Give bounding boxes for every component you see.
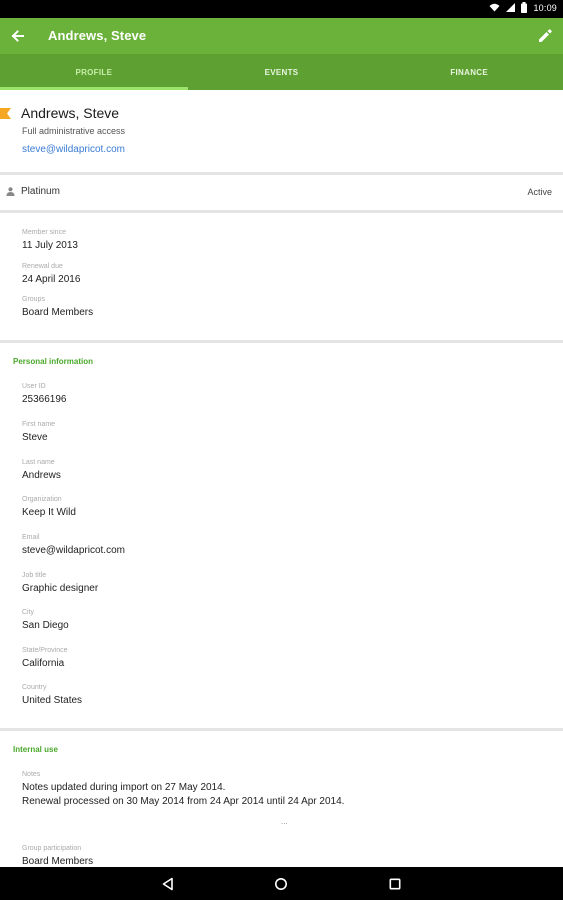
pencil-icon xyxy=(539,29,552,42)
field-label: Groups xyxy=(22,296,45,303)
field-label: Last name xyxy=(22,459,55,466)
field-label: Job title xyxy=(22,572,47,579)
field-label: First name xyxy=(22,421,56,428)
home-circle-icon xyxy=(275,878,287,890)
signal-icon xyxy=(506,3,516,12)
field-value: 11 July 2013 xyxy=(22,240,78,251)
field-value: United States xyxy=(22,695,83,706)
back-triangle-icon xyxy=(162,877,173,891)
field-label: Organization xyxy=(22,496,62,503)
field-value: Andrews xyxy=(22,470,61,481)
field-value: Keep It Wild xyxy=(22,507,76,518)
field-value: Board Members xyxy=(22,856,94,867)
contact-header: Andrews, Steve Full administrative acces… xyxy=(0,90,563,172)
field-label: State/Province xyxy=(22,647,68,654)
field-label: Group participation xyxy=(22,845,82,852)
tab-profile[interactable]: PROFILE xyxy=(0,54,188,90)
notes-label: Notes xyxy=(22,771,41,778)
clock: 10:09 xyxy=(533,2,557,13)
status-icons: 10:09 xyxy=(489,2,557,13)
person-icon xyxy=(6,187,15,196)
notes-line: Renewal processed on 30 May 2014 from 24… xyxy=(22,796,345,807)
field-label: Member since xyxy=(22,229,66,236)
section-title-personal: Personal information xyxy=(13,357,94,366)
field-value: Steve xyxy=(22,432,48,443)
field-value: 25366196 xyxy=(22,394,67,405)
tab-finance[interactable]: FINANCE xyxy=(375,54,563,90)
field-label: Email xyxy=(22,534,40,541)
flag-icon xyxy=(0,108,11,119)
field-value: steve@wildapricot.com xyxy=(22,545,125,556)
nav-home-button[interactable] xyxy=(272,875,290,893)
arrow-back-icon xyxy=(11,30,24,42)
status-bar: 10:09 xyxy=(0,0,563,18)
membership-level-row: Platinum Active xyxy=(0,175,563,209)
field-value: Graphic designer xyxy=(22,583,99,594)
tab-events[interactable]: EVENTS xyxy=(188,54,376,90)
tab-bar: PROFILE EVENTS FINANCE xyxy=(0,54,563,90)
divider xyxy=(0,728,563,731)
membership-level: Platinum xyxy=(21,186,60,197)
contact-name: Andrews, Steve xyxy=(21,105,120,121)
nav-back-button[interactable] xyxy=(159,875,177,893)
edit-button[interactable] xyxy=(535,26,555,46)
notes-line: Notes updated during import on 27 May 20… xyxy=(22,782,226,793)
field-label: Renewal due xyxy=(22,263,63,270)
field-label: Country xyxy=(22,684,47,691)
field-value: California xyxy=(22,658,65,669)
field-label: User ID xyxy=(22,383,46,390)
field-value: San Diego xyxy=(22,620,69,631)
email-link[interactable]: steve@wildapricot.com xyxy=(22,144,125,155)
page-title: Andrews, Steve xyxy=(48,28,147,43)
field-label: City xyxy=(22,609,35,616)
access-level: Full administrative access xyxy=(22,126,126,136)
recents-square-icon xyxy=(389,878,401,890)
divider xyxy=(0,210,563,213)
nav-recents-button[interactable] xyxy=(386,875,404,893)
wifi-icon xyxy=(489,3,500,12)
app-bar: Andrews, Steve xyxy=(0,18,563,54)
divider xyxy=(0,340,563,343)
profile-content[interactable]: Andrews, Steve Full administrative acces… xyxy=(0,90,563,867)
system-nav-bar xyxy=(0,867,563,900)
back-button[interactable] xyxy=(7,26,27,46)
field-value: Board Members xyxy=(22,307,94,318)
membership-status: Active xyxy=(527,187,552,197)
battery-icon xyxy=(521,2,528,13)
section-title-internal: Internal use xyxy=(13,745,58,754)
field-value: 24 April 2016 xyxy=(22,274,81,285)
expand-notes-button[interactable]: ... xyxy=(281,817,288,826)
